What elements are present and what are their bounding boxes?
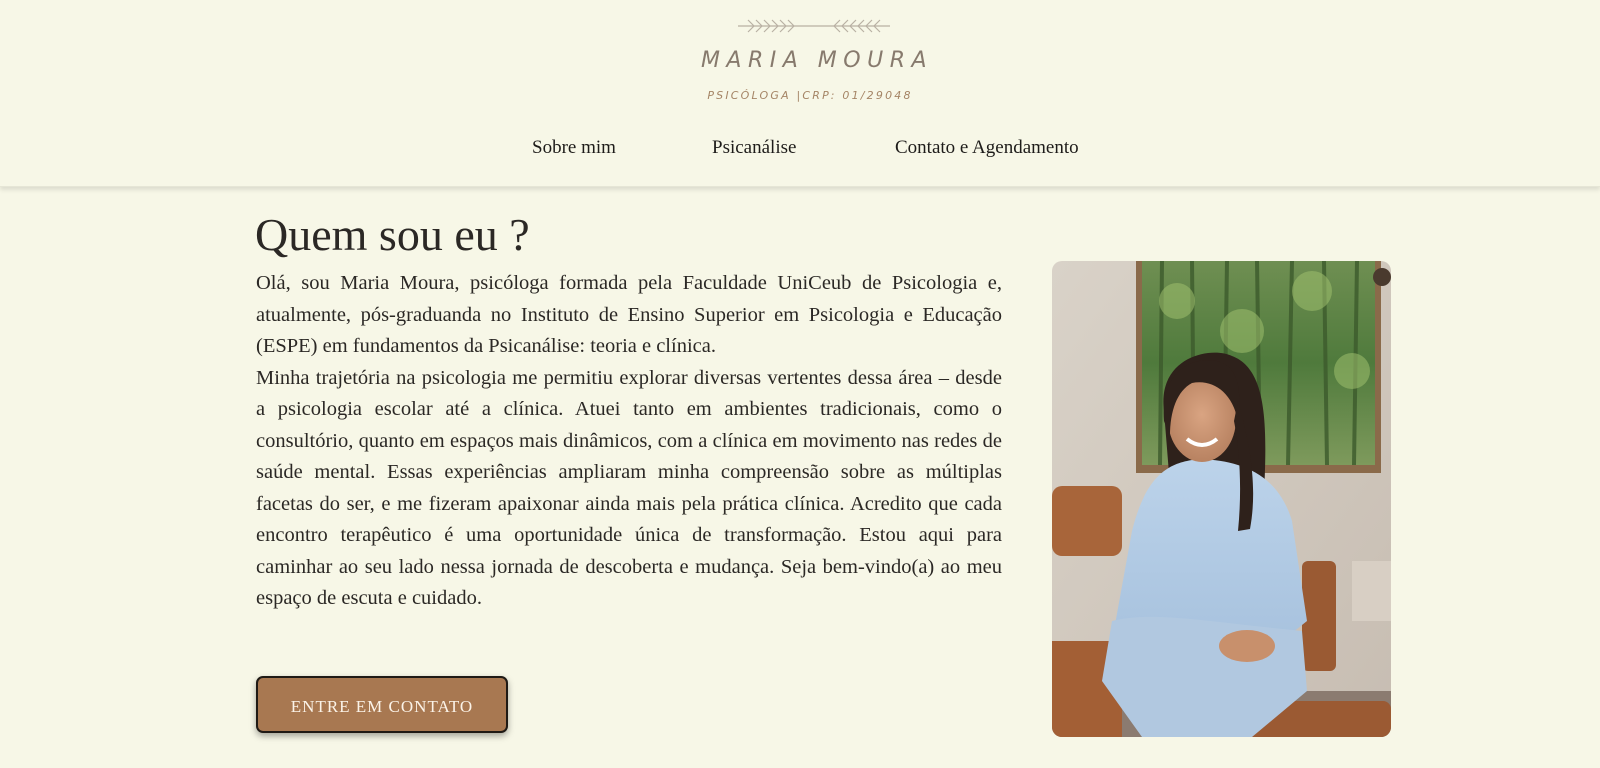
site-header: MARIA MOURA PSICÓLOGA |CRP: 01/29048 Sob… (0, 0, 1600, 187)
main-nav: Sobre mim Psicanálise Contato e Agendame… (0, 137, 1600, 165)
bio-text: Olá, sou Maria Moura, psicóloga formada … (256, 268, 1002, 615)
logo-subtitle: PSICÓLOGA |CRP: 01/29048 (707, 89, 913, 102)
bio-paragraph-2: Minha trajetória na psicologia me permit… (256, 366, 1002, 610)
logo[interactable]: MARIA MOURA PSICÓLOGA |CRP: 01/29048 (0, 0, 1600, 110)
profile-photo (1052, 261, 1391, 737)
leaf-branch-icon (738, 19, 890, 33)
contact-button[interactable]: ENTRE EM CONTATO (256, 676, 508, 733)
nav-item-psicanalise[interactable]: Psicanálise (712, 137, 796, 159)
page-title: Quem sou eu ? (255, 209, 530, 260)
bio-paragraph-1: Olá, sou Maria Moura, psicóloga formada … (256, 272, 1002, 357)
logo-name: MARIA MOURA (700, 48, 934, 73)
nav-item-contato-agendamento[interactable]: Contato e Agendamento (895, 137, 1079, 159)
nav-item-sobre-mim[interactable]: Sobre mim (532, 137, 616, 159)
